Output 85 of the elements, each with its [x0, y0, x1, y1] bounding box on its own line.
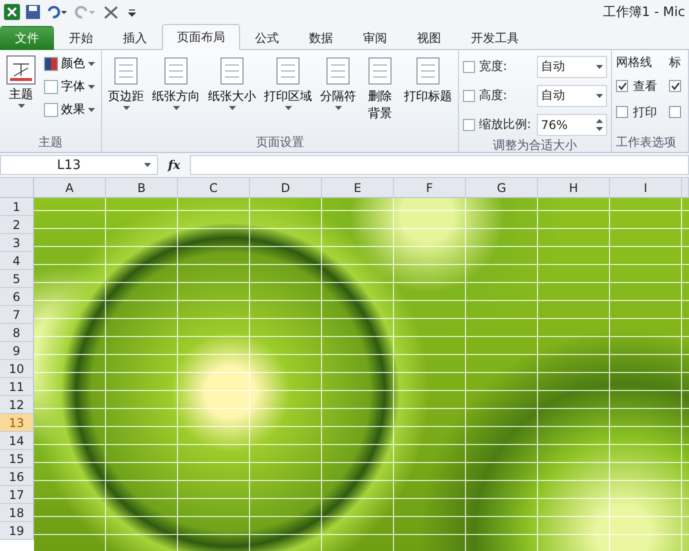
spinner-arrows-icon: [596, 118, 603, 130]
field-label: 缩放比例:: [479, 116, 532, 133]
theme-option-button[interactable]: 字体: [42, 77, 97, 96]
column-header[interactable]: A: [34, 178, 106, 198]
ribbon-tab[interactable]: 审阅: [348, 26, 402, 50]
row-header[interactable]: 9: [0, 342, 34, 360]
column-header[interactable]: D: [250, 178, 322, 198]
page-setup-button[interactable]: 分隔符: [318, 52, 358, 134]
caret-icon: [144, 163, 151, 167]
field-label: 高度:: [479, 87, 508, 104]
checkbox-label: 查看: [633, 78, 657, 94]
ribbon-tab[interactable]: 视图: [402, 26, 456, 50]
theme-option-button[interactable]: 颜色: [42, 54, 97, 73]
undo-icon[interactable]: [46, 5, 68, 19]
formula-input[interactable]: [190, 155, 689, 175]
themes-button[interactable]: 主题: [4, 52, 38, 134]
row-header[interactable]: 3: [0, 234, 34, 252]
dropdown-field[interactable]: 自动: [537, 84, 607, 106]
row-header[interactable]: 5: [0, 270, 34, 288]
row-header[interactable]: 18: [0, 504, 34, 522]
page-setup-button[interactable]: 纸张方向: [150, 52, 202, 134]
name-box[interactable]: L13: [0, 155, 158, 175]
ribbon-tab[interactable]: 开始: [54, 26, 108, 50]
page-setup-button[interactable]: 打印区域: [262, 52, 314, 134]
caret-icon: [88, 84, 95, 88]
page-setup-button[interactable]: 打印标题: [402, 52, 454, 134]
themes-icon: [6, 55, 36, 85]
column-header[interactable]: B: [106, 178, 178, 198]
row-header[interactable]: 8: [0, 324, 34, 342]
field-label: 宽度:: [479, 58, 508, 75]
row-header[interactable]: 11: [0, 378, 34, 396]
row-header[interactable]: 17: [0, 486, 34, 504]
ribbon-tab[interactable]: 插入: [108, 26, 162, 50]
caret-icon: [596, 94, 603, 98]
page-setup-button[interactable]: 纸张大小: [206, 52, 258, 134]
page-setup-button[interactable]: 页边距: [106, 52, 146, 134]
column-header[interactable]: I: [610, 178, 682, 198]
column-header[interactable]: H: [538, 178, 610, 198]
row-header[interactable]: 6: [0, 288, 34, 306]
option-heading: 网格线: [616, 54, 653, 71]
checkbox[interactable]: [669, 80, 681, 92]
row-header[interactable]: 14: [0, 432, 34, 450]
ribbon-tab[interactable]: 数据: [294, 26, 348, 50]
column-header[interactable]: G: [466, 178, 538, 198]
save-icon[interactable]: [26, 5, 40, 19]
checkbox[interactable]: [669, 106, 681, 118]
file-tab[interactable]: 文件: [0, 26, 54, 50]
window-title: 工作簿1 - Mic: [602, 4, 685, 21]
excel-logo-icon[interactable]: [4, 4, 20, 20]
column-header[interactable]: E: [322, 178, 394, 198]
caret-icon: [596, 64, 603, 68]
checkbox[interactable]: [616, 106, 628, 118]
checkbox[interactable]: [616, 80, 628, 92]
insert-function-button[interactable]: fx: [162, 158, 186, 172]
row-header[interactable]: 12: [0, 396, 34, 414]
caret-icon: [88, 62, 95, 66]
row-header[interactable]: 4: [0, 252, 34, 270]
color-palette-icon: [44, 56, 58, 70]
caret-icon: [88, 108, 95, 112]
ribbon-tab[interactable]: 页面布局: [162, 24, 240, 50]
spinner-field[interactable]: 76%: [537, 114, 607, 136]
checkbox-label: 打印: [633, 104, 657, 120]
group-label: 页面设置: [255, 134, 305, 151]
row-header[interactable]: 15: [0, 450, 34, 468]
group-label: 主题: [38, 134, 64, 151]
row-header[interactable]: 10: [0, 360, 34, 378]
ribbon-tab[interactable]: 公式: [240, 26, 294, 50]
option-heading: 标: [669, 54, 681, 71]
row-header[interactable]: 7: [0, 306, 34, 324]
row-header[interactable]: 19: [0, 522, 34, 540]
dropdown-field[interactable]: 自动: [537, 56, 607, 78]
page-setup-button[interactable]: 删除 背景: [362, 52, 398, 134]
row-header[interactable]: 1: [0, 198, 34, 216]
row-header[interactable]: 16: [0, 468, 34, 486]
check-icon: [670, 82, 680, 90]
row-header[interactable]: 2: [0, 216, 34, 234]
ribbon-tab[interactable]: 开发工具: [456, 26, 534, 50]
check-icon: [618, 82, 626, 90]
column-header[interactable]: F: [394, 178, 466, 198]
column-header[interactable]: C: [178, 178, 250, 198]
theme-option-button[interactable]: 效果: [42, 100, 97, 119]
caret-icon: [18, 104, 24, 108]
group-label: 工作表选项: [616, 134, 677, 151]
row-header[interactable]: 13: [0, 414, 34, 432]
group-label: 调整为合适大小: [492, 137, 578, 154]
